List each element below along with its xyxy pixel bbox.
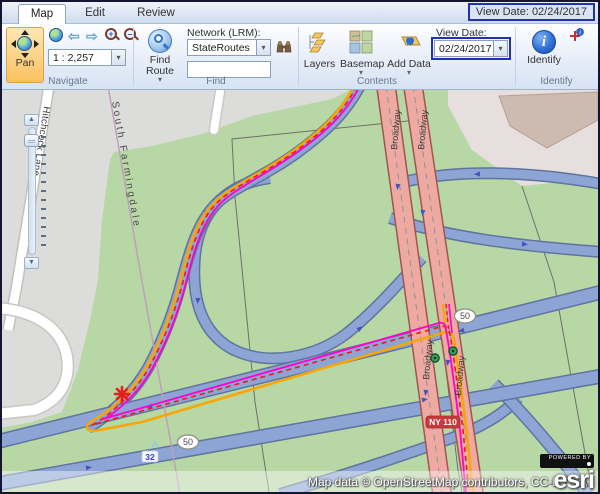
route-50-shield: 50 bbox=[178, 435, 199, 449]
route-50-shield: 50 bbox=[455, 309, 476, 323]
pan-button[interactable]: Pan bbox=[6, 27, 44, 83]
app-window: Map Edit Review View Date: 02/24/2017 Pa… bbox=[0, 0, 600, 494]
layers-label: Layers bbox=[302, 58, 337, 70]
pan-button-label: Pan bbox=[7, 57, 43, 69]
scale-combobox[interactable]: 1 : 2,257 ▾ bbox=[48, 49, 126, 66]
view-date-combobox[interactable]: 02/24/2017 ▾ bbox=[434, 40, 508, 57]
pan-globe-icon bbox=[12, 31, 38, 57]
identify-label: Identify bbox=[523, 54, 565, 66]
identify-group-label: Identify bbox=[515, 76, 598, 87]
add-data-icon bbox=[396, 29, 422, 55]
network-combobox[interactable]: StateRoutes ▾ bbox=[187, 39, 271, 56]
svg-text:50: 50 bbox=[183, 437, 193, 447]
scale-value: 1 : 2,257 bbox=[49, 50, 111, 65]
map-canvas[interactable]: 50 50 NY 110 32 Hitchcock Lane South Far… bbox=[2, 90, 598, 492]
road-stub bbox=[214, 92, 220, 130]
view-date-value: 02/24/2017 bbox=[435, 41, 493, 56]
navigate-group-label: Navigate bbox=[4, 76, 132, 87]
identify-route-icon[interactable]: i bbox=[568, 28, 584, 44]
ribbon-toolbar: Pan ⇦ ⇨ + – 1 : 2,257 ▾ Navigate Find Ro… bbox=[2, 24, 598, 90]
contents-group-label: Contents bbox=[332, 76, 422, 87]
zoom-slider-handle[interactable] bbox=[24, 134, 39, 147]
tab-edit[interactable]: Edit bbox=[74, 4, 116, 24]
zoom-out-icon[interactable]: – bbox=[124, 28, 136, 40]
back-extent-icon[interactable]: ⇦ bbox=[68, 28, 80, 44]
svg-text:NY 110: NY 110 bbox=[429, 417, 457, 427]
find-route-label: Find Route bbox=[138, 55, 182, 77]
find-route-icon bbox=[148, 29, 172, 53]
ribbon-tab-bar: Map Edit Review View Date: 02/24/2017 bbox=[2, 2, 598, 24]
find-group-label: Find bbox=[135, 76, 297, 87]
network-value: StateRoutes bbox=[188, 40, 256, 55]
chevron-down-icon[interactable]: ▾ bbox=[493, 41, 507, 56]
view-date-callout: View Date: 02/24/2017 bbox=[468, 3, 595, 21]
zoom-in-icon[interactable]: + bbox=[105, 28, 117, 40]
view-date-highlight: 02/24/2017 ▾ bbox=[431, 37, 511, 60]
esri-wordmark: esri bbox=[540, 470, 594, 490]
route-start-marker bbox=[115, 387, 129, 401]
chevron-down-icon[interactable]: ▾ bbox=[111, 50, 125, 65]
map-graphics: 50 50 NY 110 32 Hitchcock Lane South Far… bbox=[2, 90, 598, 492]
svg-text:32: 32 bbox=[145, 452, 155, 462]
calibration-point bbox=[449, 347, 457, 355]
esri-logo: POWERED BY esri bbox=[540, 452, 594, 490]
basemap-icon bbox=[348, 29, 374, 55]
svg-text:50: 50 bbox=[460, 311, 470, 321]
zoom-slider-down-button[interactable]: ▼ bbox=[24, 257, 39, 269]
identify-icon: i bbox=[532, 30, 556, 54]
zoom-slider-up-button[interactable]: ▲ bbox=[24, 114, 39, 126]
network-lrm-label: Network (LRM): bbox=[187, 27, 261, 39]
full-extent-icon[interactable] bbox=[49, 28, 63, 42]
forward-extent-icon[interactable]: ⇨ bbox=[86, 28, 98, 44]
tab-review[interactable]: Review bbox=[130, 4, 182, 24]
zoom-slider[interactable]: ▲ ▼ bbox=[24, 114, 48, 270]
tab-map[interactable]: Map bbox=[18, 4, 66, 24]
ny110-shield: NY 110 bbox=[426, 416, 460, 428]
layers-icon bbox=[307, 29, 333, 55]
chevron-down-icon[interactable]: ▾ bbox=[256, 40, 270, 55]
attribution-bar: Map data © OpenStreetMap contributors, C… bbox=[2, 471, 598, 492]
binoculars-icon[interactable] bbox=[276, 39, 293, 55]
